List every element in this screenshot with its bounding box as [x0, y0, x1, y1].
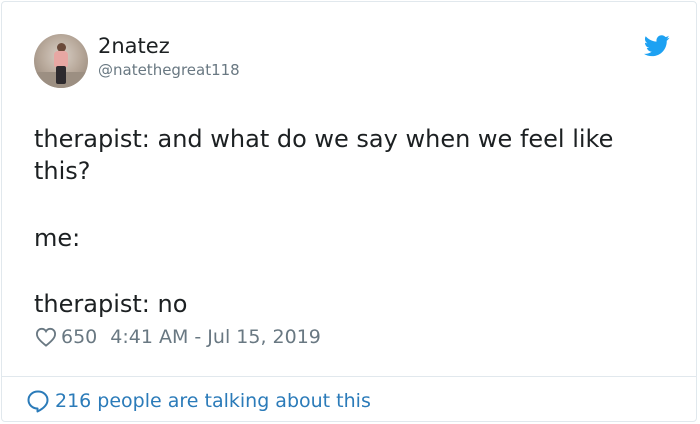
author-display-name[interactable]: 2natez	[98, 33, 170, 59]
tweet-text-line-1: therapist: and what do we say when we fe…	[34, 125, 614, 153]
divider	[2, 376, 696, 377]
avatar-figure-legs	[56, 66, 66, 84]
tweet-card: 2natez @natethegreat118 therapist: and w…	[1, 1, 697, 422]
tweet-meta: 650 4:41 AM - Jul 15, 2019	[35, 324, 321, 350]
heart-icon[interactable]	[35, 327, 57, 347]
avatar-figure-body	[54, 51, 68, 67]
tweet-timestamp[interactable]: 4:41 AM - Jul 15, 2019	[110, 326, 321, 348]
avatar[interactable]	[34, 34, 88, 88]
speech-bubble-icon	[27, 390, 49, 413]
twitter-bird-icon[interactable]	[644, 35, 670, 57]
tweet-text-line-4: therapist: no	[34, 290, 188, 318]
tweet-text-line-2: this?	[34, 157, 91, 185]
tweet-text-line-3: me:	[34, 224, 81, 252]
like-count[interactable]: 650	[61, 326, 97, 348]
talking-about-text[interactable]: 216 people are talking about this	[55, 390, 371, 412]
author-handle[interactable]: @natethegreat118	[98, 60, 240, 80]
talking-about-link[interactable]: 216 people are talking about this	[26, 387, 371, 415]
